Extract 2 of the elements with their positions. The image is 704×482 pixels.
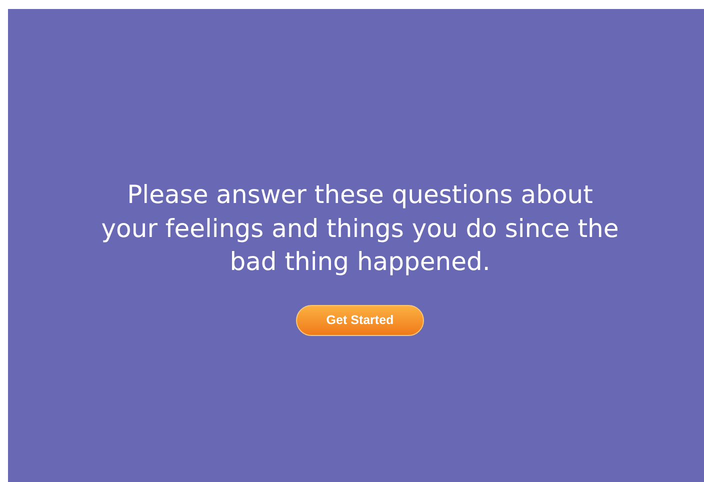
get-started-button[interactable]: Get Started (296, 304, 424, 336)
instruction-text: Please answer these questions about your feelings and things you do since the bad thing happened. (100, 179, 620, 278)
